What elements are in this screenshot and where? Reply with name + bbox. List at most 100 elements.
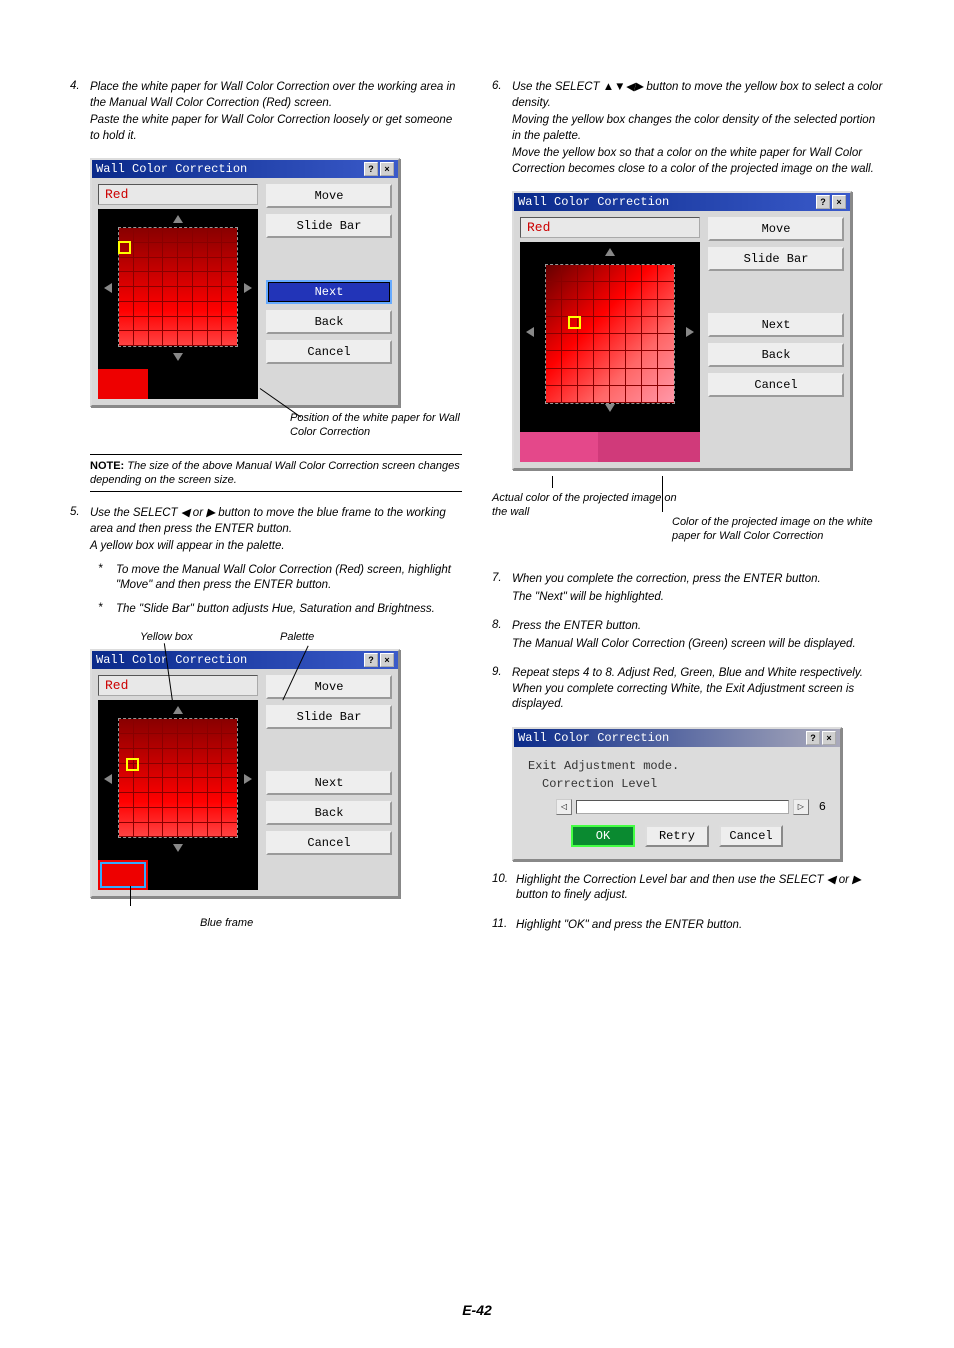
figure-wall-color-1: Wall Color Correction ? × Red (90, 158, 462, 440)
page-number: E-42 (0, 1302, 954, 1318)
step-text: Highlight the Correction Level bar and t… (516, 873, 884, 904)
move-button[interactable]: Move (708, 217, 844, 241)
dialog-button-column: Move Slide Bar Next Back Cancel (266, 184, 392, 399)
close-icon[interactable]: × (380, 162, 394, 176)
close-icon[interactable]: × (832, 195, 846, 209)
slidebar-button[interactable]: Slide Bar (708, 247, 844, 271)
caption-actual-color: Actual color of the projected image on t… (492, 491, 692, 520)
annot-palette: Palette (280, 631, 314, 643)
slidebar-button[interactable]: Slide Bar (266, 705, 392, 729)
close-icon[interactable]: × (822, 731, 836, 745)
step-subtext: The Manual Wall Color Correction (Green)… (512, 637, 884, 653)
step-number: 6. (492, 80, 512, 92)
bullet-2: * The "Slide Bar" button adjusts Hue, Sa… (98, 602, 462, 618)
right-column: 6. Use the SELECT ▲▼◀▶ button to move th… (492, 80, 884, 947)
step-8: 8. Press the ENTER button. The Manual Wa… (492, 619, 884, 652)
color-label: Red (520, 217, 700, 238)
bullet-marker: * (98, 602, 116, 618)
yellow-cursor (126, 758, 139, 771)
dialog-titlebar: Wall Color Correction ? × (514, 729, 840, 747)
color-palette[interactable] (98, 209, 258, 399)
figure-exit-adjustment: Wall Color Correction ? × Exit Adjustmen… (512, 727, 884, 861)
columns: 4. Place the white paper for Wall Color … (70, 80, 884, 947)
dialog-title: Wall Color Correction (96, 653, 364, 667)
arrow-left-icon (104, 283, 112, 293)
dialog-titlebar: Wall Color Correction ? × (92, 651, 398, 669)
slider-left-icon[interactable]: ◁ (556, 799, 572, 815)
dialog-button-column: Move Slide Bar Next Back Cancel (708, 217, 844, 462)
color-swatch-projected (598, 432, 700, 462)
help-icon[interactable]: ? (806, 731, 820, 745)
bullet-marker: * (98, 563, 116, 594)
slidebar-button[interactable]: Slide Bar (266, 214, 392, 238)
move-button[interactable]: Move (266, 184, 392, 208)
dialog-wall-color-correction: Wall Color Correction ? × Red (90, 158, 400, 407)
back-button[interactable]: Back (708, 343, 844, 367)
step-subtext: Move the yellow box so that a color on t… (512, 146, 884, 177)
step-text: Press the ENTER button. (512, 619, 641, 635)
note-label: NOTE: (90, 460, 124, 472)
step-number: 11. (492, 918, 516, 930)
step-text: When you complete the correction, press … (512, 572, 821, 588)
step-subtext: A yellow box will appear in the palette. (90, 539, 462, 555)
bullet-text: To move the Manual Wall Color Correction… (116, 563, 462, 594)
step-6: 6. Use the SELECT ▲▼◀▶ button to move th… (492, 80, 884, 177)
help-icon[interactable]: ? (364, 653, 378, 667)
step-number: 9. (492, 666, 512, 678)
correction-level-label: Correction Level (542, 777, 826, 791)
figure-caption: Position of the white paper for Wall Col… (290, 411, 462, 440)
step-number: 8. (492, 619, 512, 631)
correction-level-slider[interactable]: ◁ ▷ 6 (556, 799, 826, 815)
annot-blue-frame: Blue frame (200, 916, 462, 930)
help-icon[interactable]: ? (364, 162, 378, 176)
slider-track[interactable] (576, 800, 789, 814)
back-button[interactable]: Back (266, 310, 392, 334)
close-icon[interactable]: × (380, 653, 394, 667)
arrow-down-icon (173, 353, 183, 361)
color-palette[interactable] (520, 242, 700, 462)
figure-wall-color-3: Wall Color Correction ? × Red (512, 191, 884, 560)
slider-right-icon[interactable]: ▷ (793, 799, 809, 815)
arrow-up-icon (173, 706, 183, 714)
arrow-down-icon (605, 404, 615, 412)
ok-button[interactable]: OK (571, 825, 635, 847)
arrow-up-icon (173, 215, 183, 223)
arrow-up-icon (605, 248, 615, 256)
step-number: 4. (70, 80, 90, 92)
step-5: 5. Use the SELECT ◀ or ▶ button to move … (70, 506, 462, 617)
color-label: Red (98, 675, 258, 696)
dialog-button-column: Move Slide Bar Next Back Cancel (266, 675, 392, 890)
arrow-right-icon (686, 327, 694, 337)
page: 4. Place the white paper for Wall Color … (0, 0, 954, 1348)
next-button[interactable]: Next (266, 771, 392, 795)
cancel-button[interactable]: Cancel (266, 831, 392, 855)
dialog-exit-adjustment: Wall Color Correction ? × Exit Adjustmen… (512, 727, 842, 861)
cancel-button[interactable]: Cancel (266, 340, 392, 364)
dialog-title: Wall Color Correction (518, 731, 806, 745)
dialog-titlebar: Wall Color Correction ? × (92, 160, 398, 178)
step-text: Place the white paper for Wall Color Cor… (90, 80, 462, 111)
retry-button[interactable]: Retry (645, 825, 709, 847)
help-icon[interactable]: ? (816, 195, 830, 209)
note-text: The size of the above Manual Wall Color … (90, 460, 460, 486)
cancel-button[interactable]: Cancel (708, 373, 844, 397)
step-number: 5. (70, 506, 90, 518)
color-swatch (98, 860, 148, 890)
step-subtext: The "Next" will be highlighted. (512, 590, 884, 606)
dialog-wall-color-correction: Wall Color Correction ? × Red (512, 191, 852, 470)
step-subtext: Moving the yellow box changes the color … (512, 113, 884, 144)
slider-value: 6 (819, 800, 826, 814)
dialog-title: Wall Color Correction (96, 162, 364, 176)
dialog-titlebar: Wall Color Correction ? × (514, 193, 850, 211)
note-box: NOTE: The size of the above Manual Wall … (90, 454, 462, 493)
arrow-right-icon (244, 283, 252, 293)
back-button[interactable]: Back (266, 801, 392, 825)
next-button[interactable]: Next (708, 313, 844, 337)
next-button[interactable]: Next (266, 280, 392, 304)
color-palette[interactable] (98, 700, 258, 890)
yellow-cursor (118, 241, 131, 254)
yellow-cursor (568, 316, 581, 329)
cancel-button[interactable]: Cancel (719, 825, 783, 847)
left-column: 4. Place the white paper for Wall Color … (70, 80, 462, 947)
color-swatch-actual (520, 432, 598, 462)
